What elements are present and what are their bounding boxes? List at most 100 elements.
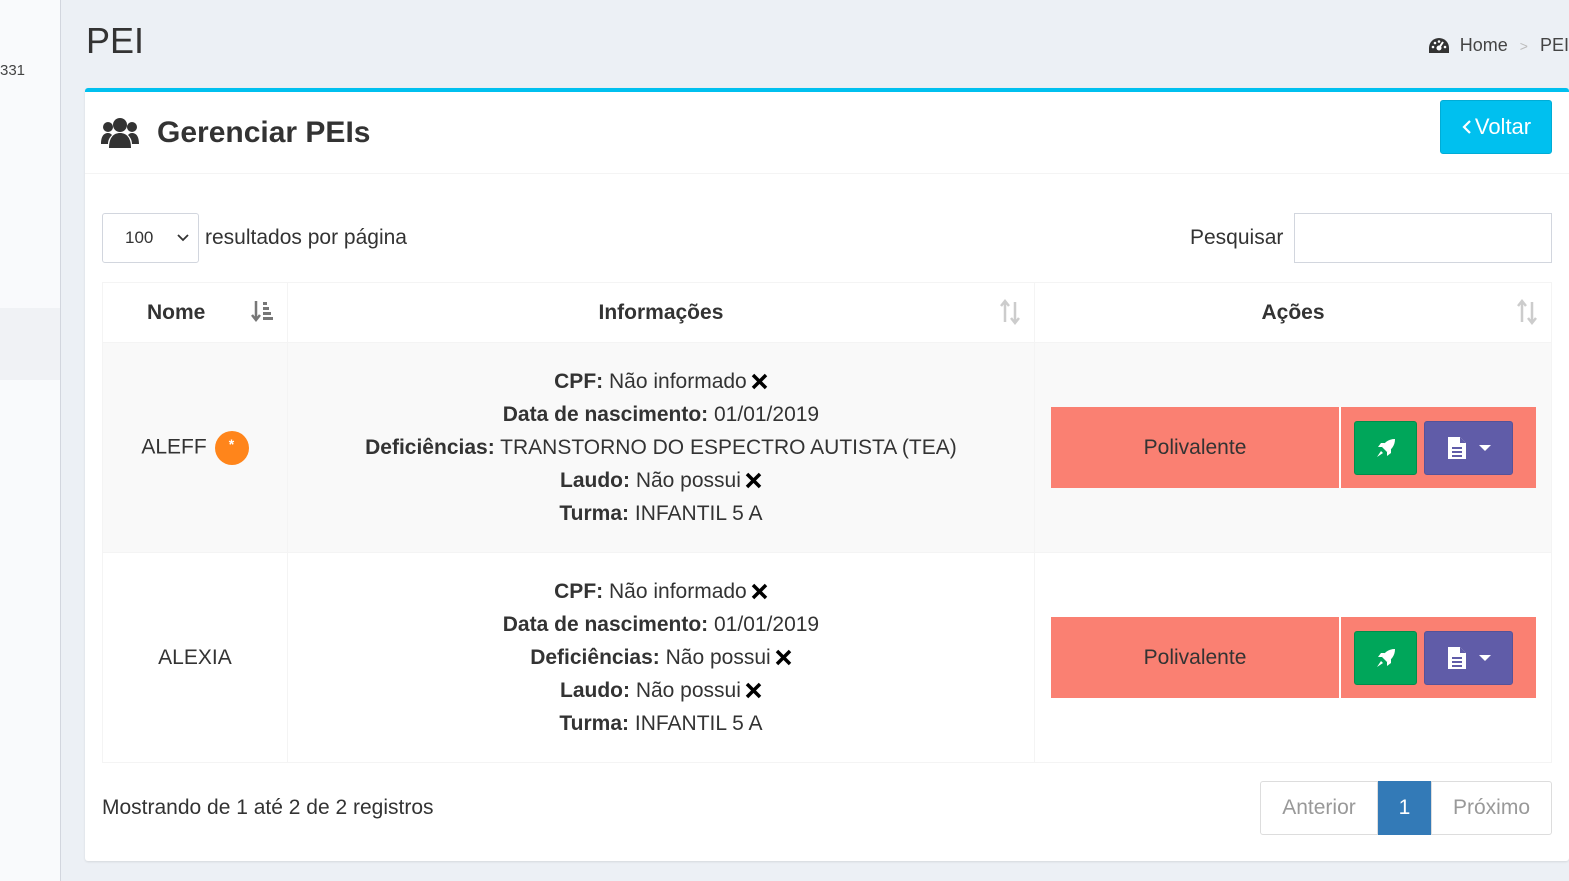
chevron-left-icon xyxy=(1462,120,1471,134)
sort-both-icon xyxy=(1515,298,1539,331)
actions-row: Polivalente xyxy=(1051,407,1536,488)
times-icon xyxy=(751,583,767,600)
dashboard-icon xyxy=(1428,37,1449,53)
disabilities-value: TRANSTORNO DO ESPECTRO AUTISTA (TEA) xyxy=(500,436,957,459)
disabilities-label: Deficiências: xyxy=(530,646,660,669)
table-header-row: Nome Informações Ações xyxy=(102,282,1552,343)
search-input[interactable] xyxy=(1294,213,1553,263)
page-length-control: 100 resultados por página xyxy=(102,213,407,263)
birth-line: Data de nascimento: 01/01/2019 xyxy=(288,608,1034,641)
student-name-cell: ALEXIA xyxy=(102,552,288,763)
student-name: ALEFF xyxy=(141,435,207,459)
breadcrumb: Home > PEI xyxy=(1428,35,1569,56)
table-row: ALEFF * CPF: Não informado Data de nasci… xyxy=(102,342,1552,553)
class-label: Turma: xyxy=(559,712,630,735)
rocket-icon xyxy=(1376,648,1395,667)
breadcrumb-home[interactable]: Home xyxy=(1460,35,1508,56)
teacher-type: Polivalente xyxy=(1051,407,1342,488)
actions-cell: Polivalente xyxy=(1034,552,1552,763)
users-icon xyxy=(101,116,139,155)
times-icon xyxy=(751,373,767,390)
birth-label: Data de nascimento: xyxy=(502,613,709,636)
sidebar-snippet: 331 xyxy=(0,62,26,79)
caret-down-icon xyxy=(1478,444,1491,451)
cpf-line: CPF: Não informado xyxy=(288,365,1034,398)
page-title: PEI xyxy=(86,20,145,61)
column-header-acoes[interactable]: Ações xyxy=(1034,282,1552,343)
pagination-page-1[interactable]: 1 xyxy=(1378,781,1431,835)
actions-cell: Polivalente xyxy=(1034,342,1552,553)
disabilities-line: Deficiências: TRANSTORNO DO ESPECTRO AUT… xyxy=(288,431,1034,464)
caret-down-icon xyxy=(1478,654,1491,661)
times-icon xyxy=(775,649,791,666)
documents-dropdown-button[interactable] xyxy=(1424,420,1514,475)
teacher-type: Polivalente xyxy=(1051,617,1342,698)
disabilities-label: Deficiências: xyxy=(365,436,495,459)
file-text-icon xyxy=(1447,436,1466,459)
table-info: Mostrando de 1 até 2 de 2 registros xyxy=(102,796,434,819)
cpf-label: CPF: xyxy=(554,370,604,393)
sidebar-active-item[interactable] xyxy=(0,308,60,380)
action-buttons xyxy=(1341,617,1536,698)
column-header-label: Informações xyxy=(598,300,724,324)
breadcrumb-current: PEI xyxy=(1539,35,1569,55)
sort-both-icon xyxy=(998,298,1022,331)
report-line: Laudo: Não possui xyxy=(288,464,1034,497)
action-buttons xyxy=(1341,407,1536,488)
column-header-label: Nome xyxy=(147,300,206,324)
search-control: Pesquisar xyxy=(1190,213,1553,263)
report-value: Não possui xyxy=(635,469,741,492)
report-line: Laudo: Não possui xyxy=(288,674,1034,707)
class-value: INFANTIL 5 A xyxy=(634,502,763,525)
start-pei-button[interactable] xyxy=(1354,630,1418,685)
class-value: INFANTIL 5 A xyxy=(634,712,763,735)
start-pei-button[interactable] xyxy=(1354,420,1418,475)
class-line: Turma: INFANTIL 5 A xyxy=(288,497,1034,530)
student-name-cell: ALEFF * xyxy=(102,342,288,553)
page-length-value: 100 xyxy=(125,228,154,247)
box-title: Gerenciar PEIs xyxy=(157,116,371,149)
disabilities-line: Deficiências: Não possui xyxy=(288,641,1034,674)
table-row: ALEXIA CPF: Não informado Data de nascim… xyxy=(102,552,1552,763)
times-icon xyxy=(745,472,762,489)
box-header: Gerenciar PEIs Voltar xyxy=(85,92,1569,174)
cpf-value: Não informado xyxy=(608,580,747,603)
pagination: Anterior 1 Próximo xyxy=(1260,781,1552,835)
student-info-cell: CPF: Não informado Data de nascimento: 0… xyxy=(286,342,1036,553)
cpf-label: CPF: xyxy=(554,580,604,603)
cpf-value: Não informado xyxy=(608,370,747,393)
chevron-down-icon xyxy=(177,234,189,242)
page-length-label: resultados por página xyxy=(205,226,407,249)
file-text-icon xyxy=(1447,646,1466,669)
pei-management-box: Gerenciar PEIs Voltar 100 resultados por… xyxy=(85,88,1569,861)
birth-line: Data de nascimento: 01/01/2019 xyxy=(288,398,1034,431)
pagination-next[interactable]: Próximo xyxy=(1431,781,1552,835)
cpf-line: CPF: Não informado xyxy=(288,575,1034,608)
birth-value: 01/01/2019 xyxy=(714,403,820,426)
page-length-select[interactable]: 100 xyxy=(102,213,199,263)
back-button-label: Voltar xyxy=(1474,114,1532,139)
breadcrumb-separator: > xyxy=(1519,37,1528,54)
student-info-cell: CPF: Não informado Data de nascimento: 0… xyxy=(286,552,1036,763)
actions-row: Polivalente xyxy=(1051,617,1536,698)
birth-label: Data de nascimento: xyxy=(502,403,709,426)
class-line: Turma: INFANTIL 5 A xyxy=(288,707,1034,740)
report-value: Não possui xyxy=(635,679,741,702)
back-button[interactable]: Voltar xyxy=(1440,100,1552,154)
status-badge: * xyxy=(214,430,249,465)
rocket-icon xyxy=(1376,438,1395,457)
documents-dropdown-button[interactable] xyxy=(1424,630,1514,685)
sort-ascending-icon xyxy=(250,299,275,331)
sidebar: 331 xyxy=(0,0,61,881)
times-icon xyxy=(745,682,762,699)
disabilities-value: Não possui xyxy=(665,646,771,669)
birth-value: 01/01/2019 xyxy=(714,613,820,636)
column-header-label: Ações xyxy=(1261,300,1325,324)
report-label: Laudo: xyxy=(560,679,630,702)
pagination-previous[interactable]: Anterior xyxy=(1260,781,1378,835)
student-name: ALEXIA xyxy=(158,645,232,669)
class-label: Turma: xyxy=(559,502,630,525)
column-header-nome[interactable]: Nome xyxy=(102,282,288,343)
report-label: Laudo: xyxy=(560,469,630,492)
column-header-informacoes[interactable]: Informações xyxy=(286,282,1036,343)
